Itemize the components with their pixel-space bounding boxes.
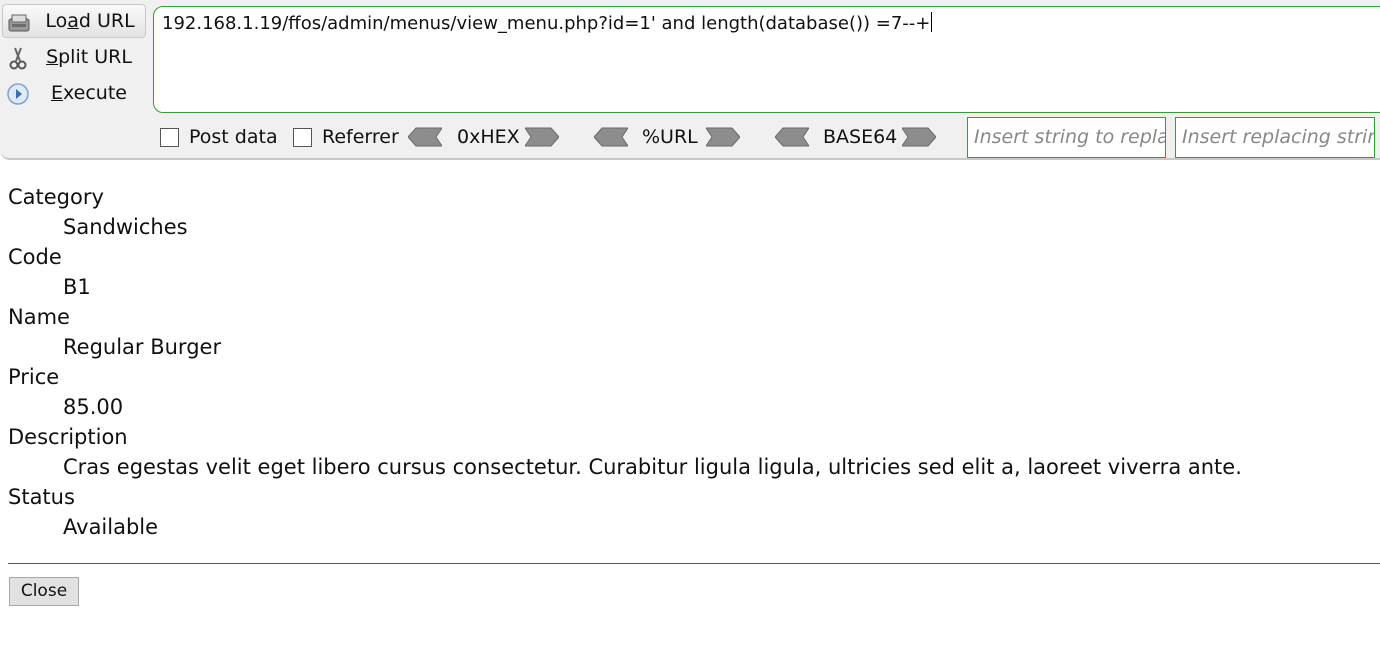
category-value: Sandwiches (63, 215, 188, 239)
description-value: Cras egestas velit eget libero cursus co… (63, 455, 1242, 479)
post-data-label: Post data (189, 126, 278, 148)
hex-encode-arrow-icon[interactable] (525, 127, 559, 147)
hackbar-toolbar: Load URL Split URL Execute 192.168.1.19/… (0, 0, 1380, 160)
post-data-option[interactable]: Post data (160, 125, 278, 149)
referrer-checkbox[interactable] (293, 127, 312, 147)
url-decode-arrow-icon[interactable] (594, 127, 628, 147)
price-label: Price (8, 365, 60, 389)
code-label: Code (8, 245, 62, 269)
text-caret (931, 12, 933, 32)
referrer-option[interactable]: Referrer (293, 125, 399, 149)
name-value: Regular Burger (63, 335, 222, 359)
status-value: Available (63, 515, 159, 539)
replace-with-input[interactable]: Insert replacing string (1175, 117, 1375, 158)
load-url-label: Load URL (45, 10, 135, 32)
hex-label: 0xHEX (457, 126, 520, 148)
base64-encode-arrow-icon[interactable] (902, 127, 936, 147)
url-text: 192.168.1.19/ffos/admin/menus/view_menu.… (162, 13, 931, 34)
status-label: Status (8, 485, 75, 509)
execute-label: Execute (51, 82, 127, 104)
menu-details: Category Sandwiches Code B1 Name Regular… (8, 182, 1380, 542)
split-url-button[interactable]: Split URL (2, 40, 146, 74)
url-encode-arrow-icon[interactable] (706, 127, 740, 147)
price-value: 85.00 (63, 395, 124, 419)
base64-label: BASE64 (823, 126, 898, 148)
post-data-checkbox[interactable] (160, 127, 179, 147)
url-input[interactable]: 192.168.1.19/ffos/admin/menus/view_menu.… (153, 6, 1380, 113)
url-label: %URL (642, 126, 698, 148)
close-button[interactable]: Close (9, 577, 79, 606)
hex-decode-arrow-icon[interactable] (408, 127, 442, 147)
base64-decode-arrow-icon[interactable] (775, 127, 809, 147)
replace-find-input[interactable]: Insert string to replace (967, 117, 1166, 158)
execute-button[interactable]: Execute (2, 76, 146, 110)
category-label: Category (8, 185, 104, 209)
split-url-label: Split URL (46, 46, 132, 68)
load-url-button[interactable]: Load URL (2, 4, 146, 38)
code-value: B1 (63, 275, 91, 299)
divider (8, 563, 1380, 564)
name-label: Name (8, 305, 70, 329)
description-label: Description (8, 425, 128, 449)
referrer-label: Referrer (322, 126, 399, 148)
